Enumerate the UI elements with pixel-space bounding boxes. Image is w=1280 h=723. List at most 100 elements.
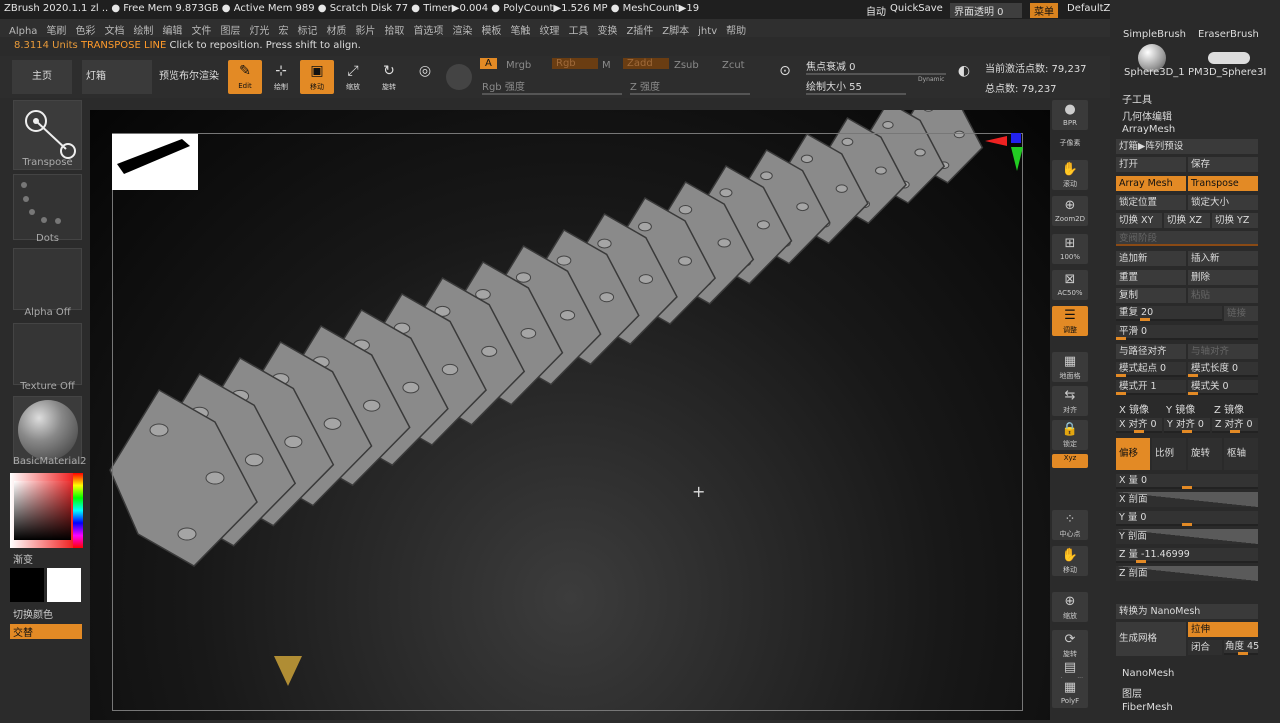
chain-button[interactable]: 链接: [1224, 306, 1258, 321]
x-align-slider[interactable]: X 对齐 0: [1116, 418, 1162, 433]
alpha-thumb[interactable]: [13, 248, 82, 310]
menu-item[interactable]: 文件: [191, 22, 211, 37]
pattern-on-slider[interactable]: 模式开 1: [1116, 380, 1186, 395]
pattern-off-slider[interactable]: 模式关 0: [1188, 380, 1258, 395]
menu-item[interactable]: 纹理: [539, 22, 559, 37]
menu-item[interactable]: 图层: [220, 22, 240, 37]
dynamic-toggle[interactable]: Dynamic: [918, 76, 944, 83]
menu-item[interactable]: 影片: [355, 22, 375, 37]
shelf-button[interactable]: ▦ PolyF: [1052, 678, 1088, 708]
menu-item[interactable]: 绘制: [133, 22, 153, 37]
menu-item[interactable]: 文档: [104, 22, 124, 37]
save-button[interactable]: 保存: [1188, 157, 1258, 172]
draw-size-slider[interactable]: 绘制大小 55: [806, 78, 906, 95]
scale-button[interactable]: ⤢ 缩放: [336, 60, 370, 94]
lock-size-button[interactable]: 锁定大小: [1188, 195, 1258, 210]
sphere3d-label[interactable]: Sphere3D_1: [1124, 67, 1185, 78]
angle-slider[interactable]: 角度 45: [1224, 640, 1259, 655]
switch-xz-button[interactable]: 切换 XZ: [1164, 213, 1210, 228]
pm3d-thumb-icon[interactable]: [1208, 52, 1250, 64]
paste-button[interactable]: 粘贴: [1188, 288, 1258, 303]
align-to-path-button[interactable]: 与路径对齐: [1116, 344, 1186, 359]
menu-item[interactable]: Alpha: [9, 26, 37, 37]
geometry-header[interactable]: 几何体编辑: [1122, 108, 1172, 123]
material-sphere-icon[interactable]: [446, 64, 472, 90]
z-profile-curve[interactable]: Z 剖面: [1116, 566, 1258, 581]
switch-yz-button[interactable]: 切换 YZ: [1212, 213, 1258, 228]
z-intensity-slider[interactable]: Z 强度: [630, 78, 750, 95]
texture-thumb[interactable]: [13, 323, 82, 385]
scale-tab[interactable]: 比例: [1152, 438, 1186, 470]
lightbox-presets-button[interactable]: 灯箱▶阵列预设: [1116, 139, 1258, 154]
shelf-button[interactable]: Xyz: [1052, 454, 1088, 468]
align-to-axis-button[interactable]: 与轴对齐: [1188, 344, 1258, 359]
lock-position-button[interactable]: 锁定位置: [1116, 195, 1186, 210]
pattern-length-slider[interactable]: 模式长度 0: [1188, 362, 1258, 377]
rotate-button[interactable]: ↻ 旋转: [372, 60, 406, 94]
draw-button[interactable]: ⊹ 绘制: [264, 60, 298, 94]
array-mesh-toggle[interactable]: Array Mesh: [1116, 176, 1186, 191]
shelf-button[interactable]: ⊠ AC50%: [1052, 270, 1088, 300]
d-icon[interactable]: ◐: [952, 60, 976, 94]
z-align-slider[interactable]: Z 对齐 0: [1212, 418, 1258, 433]
y-profile-curve[interactable]: Y 剖面: [1116, 529, 1258, 544]
arraymesh-header[interactable]: ArrayMesh: [1122, 124, 1175, 135]
alternate-button[interactable]: 交替: [10, 624, 82, 639]
shelf-button[interactable]: ⊕ Zoom2D: [1052, 196, 1088, 226]
pattern-start-slider[interactable]: 模式起点 0: [1116, 362, 1186, 377]
menu-item[interactable]: Z脚本: [662, 22, 689, 37]
menu-item[interactable]: 工具: [568, 22, 588, 37]
shelf-button[interactable]: ⊞ 100%: [1052, 234, 1088, 264]
delete-button[interactable]: 删除: [1188, 270, 1258, 285]
dots-thumb[interactable]: [13, 174, 82, 240]
menu-item[interactable]: 灯光: [249, 22, 269, 37]
eraserbrush-label[interactable]: EraserBrush: [1198, 29, 1259, 40]
shelf-button[interactable]: ✋ 滚动: [1052, 160, 1088, 190]
menu-item[interactable]: 拾取: [384, 22, 404, 37]
y-align-slider[interactable]: Y 对齐 0: [1164, 418, 1210, 433]
zsub-toggle[interactable]: Zsub: [674, 60, 699, 71]
zcut-toggle[interactable]: Zcut: [722, 60, 745, 71]
x-mirror-button[interactable]: X 镜像: [1119, 401, 1149, 416]
pm3d-label[interactable]: PM3D_Sphere3I: [1188, 67, 1266, 78]
rgb-toggle[interactable]: Rgb: [552, 58, 598, 69]
mrgb-toggle[interactable]: Mrgb: [506, 60, 531, 71]
shelf-button[interactable]: ● BPR: [1052, 100, 1088, 130]
focal-shift-slider[interactable]: 焦点衰减 0: [806, 58, 946, 75]
nanomesh-header[interactable]: NanoMesh: [1122, 668, 1174, 679]
menu-item[interactable]: 变换: [597, 22, 617, 37]
menu-item[interactable]: 首选项: [413, 22, 443, 37]
reset-button[interactable]: 重置: [1116, 270, 1186, 285]
menu-item[interactable]: jhtv: [698, 26, 717, 37]
auto-button[interactable]: 自动: [866, 3, 886, 18]
polyframe-button[interactable]: ◎: [408, 60, 442, 94]
rotate-tab[interactable]: 旋转: [1188, 438, 1222, 470]
m-toggle[interactable]: M: [602, 60, 611, 71]
offset-tab[interactable]: 偏移: [1116, 438, 1150, 470]
menu-item[interactable]: 标记: [297, 22, 317, 37]
shelf-button[interactable]: ⁘ 中心点: [1052, 510, 1088, 540]
repeat-slider[interactable]: 重复 20: [1116, 306, 1222, 321]
shelf-button[interactable]: ▦ 地面格: [1052, 352, 1088, 382]
shelf-button[interactable]: 🔒 锁定: [1052, 420, 1088, 450]
z-amount-slider[interactable]: Z 量 -11.46999: [1116, 548, 1258, 563]
append-new-button[interactable]: 追加新: [1116, 251, 1186, 266]
ui-transparency-slider[interactable]: 界面透明 0: [950, 3, 1022, 18]
make-mesh-button[interactable]: 生成网格: [1116, 622, 1186, 656]
x-profile-curve[interactable]: X 剖面: [1116, 492, 1258, 507]
menu-item[interactable]: 帮助: [726, 22, 746, 37]
menu-item[interactable]: 色彩: [75, 22, 95, 37]
pivot-tab[interactable]: 枢轴: [1224, 438, 1258, 470]
menu-item[interactable]: 笔触: [510, 22, 530, 37]
menu-button[interactable]: 菜单: [1030, 3, 1058, 18]
menu-item[interactable]: 材质: [326, 22, 346, 37]
y-mirror-button[interactable]: Y 镜像: [1166, 401, 1195, 416]
color-picker[interactable]: [10, 473, 83, 548]
rgb-intensity-slider[interactable]: Rgb 强度: [482, 78, 622, 95]
home-button[interactable]: 主页: [12, 60, 72, 94]
layers-header[interactable]: 图层: [1122, 685, 1142, 700]
move-button[interactable]: ▣ 移动: [300, 60, 334, 94]
shelf-button[interactable]: ⟳ 旋转: [1052, 630, 1088, 660]
close-toggle[interactable]: 闭合: [1188, 640, 1222, 655]
menu-item[interactable]: 模板: [481, 22, 501, 37]
